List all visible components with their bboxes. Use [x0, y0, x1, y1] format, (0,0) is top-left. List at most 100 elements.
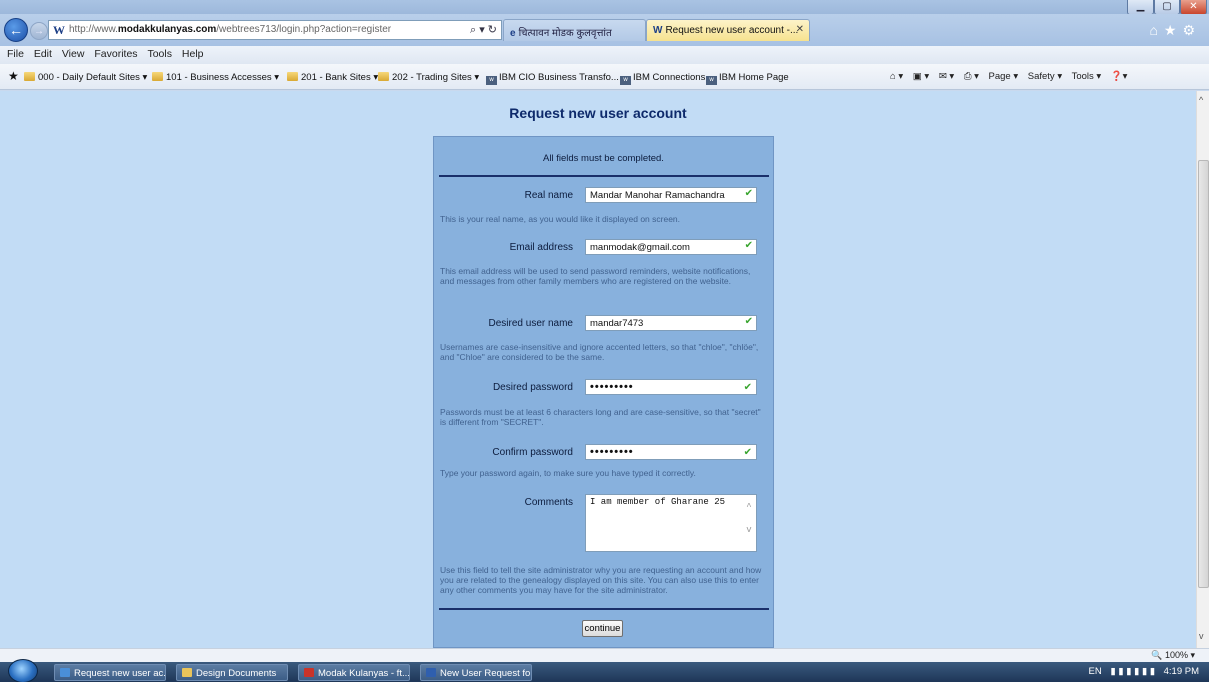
password-label: Desired password	[492, 382, 573, 393]
fav-bank-sites[interactable]: 201 - Bank Sites ▾	[287, 72, 378, 83]
menu-tools[interactable]: Tools	[147, 48, 172, 60]
close-tab-icon[interactable]: ✕	[796, 24, 804, 35]
valid-check-icon: ✔	[743, 447, 753, 458]
folder-icon	[152, 72, 163, 81]
menu-edit[interactable]: Edit	[34, 48, 52, 60]
maximize-button[interactable]: ▢	[1154, 0, 1180, 15]
navigation-bar: ← → W http://www.modakkulanyas.com/webtr…	[0, 14, 1209, 46]
real-name-label: Real name	[524, 190, 573, 201]
fav-ibm-connections[interactable]: w IBM Connections	[620, 72, 705, 85]
mail-icon[interactable]: ✉ ▾	[939, 71, 954, 82]
fav-ibm-home-page[interactable]: w IBM Home Page	[706, 72, 789, 85]
ibm-page-icon: w	[486, 76, 497, 85]
page-content: Request new user account All fields must…	[0, 91, 1196, 648]
ie-icon	[60, 668, 70, 677]
folder-icon	[378, 72, 389, 81]
folder-icon	[24, 72, 35, 81]
clock[interactable]: 4:19 PM	[1164, 666, 1199, 677]
page-menu[interactable]: Page ▾	[989, 71, 1019, 82]
status-bar: 🔍 100% ▾	[0, 648, 1209, 662]
search-refresh-icons[interactable]: ⌕ ▾ ↻	[470, 23, 497, 37]
continue-button[interactable]: continue	[582, 620, 623, 637]
username-label: Desired user name	[488, 318, 573, 329]
fields-note: All fields must be completed.	[543, 153, 664, 164]
home-icon[interactable]: ⌂ ▾	[890, 71, 903, 82]
address-bar[interactable]: W http://www.modakkulanyas.com/webtrees7…	[48, 20, 502, 40]
minimize-button[interactable]: ▁	[1127, 0, 1154, 15]
tray-icons[interactable]: ▮ ▮ ▮ ▮ ▮ ▮	[1110, 666, 1155, 677]
favorites-bar: ★ 000 - Daily Default Sites ▾ 101 - Busi…	[0, 64, 1209, 90]
zoom-control[interactable]: 🔍 100% ▾	[1151, 650, 1195, 661]
task-design-documents[interactable]: Design Documents	[176, 664, 288, 681]
feeds-icon[interactable]: ▣ ▾	[913, 71, 929, 82]
tools-menu[interactable]: Tools ▾	[1072, 71, 1102, 82]
valid-check-icon: ✔	[744, 240, 753, 251]
comments-label: Comments	[524, 497, 573, 508]
valid-check-icon: ✔	[743, 382, 753, 393]
close-window-button[interactable]: ✕	[1180, 0, 1207, 15]
menu-favorites[interactable]: Favorites	[94, 48, 137, 60]
back-arrow-icon: ←	[9, 22, 23, 38]
email-help: This email address will be used to send …	[440, 266, 751, 286]
forward-arrow-icon: →	[34, 25, 44, 37]
comments-help: Use this field to tell the site administ…	[440, 565, 762, 595]
valid-check-icon: ✔	[744, 316, 753, 327]
task-word-document[interactable]: New User Request fo...	[420, 664, 532, 681]
real-name-input[interactable]: Mandar Manohar Ramachandra ✔	[585, 187, 757, 203]
safety-menu[interactable]: Safety ▾	[1028, 71, 1062, 82]
home-favorites-settings-icons[interactable]: ⌂★⚙	[1149, 22, 1201, 39]
help-icon[interactable]: ❓▾	[1111, 71, 1128, 82]
confirm-password-input[interactable]: ••••••••• ✔	[585, 444, 757, 460]
email-input[interactable]: manmodak@gmail.com ✔	[585, 239, 757, 255]
fav-daily-default-sites[interactable]: 000 - Daily Default Sites ▾	[24, 72, 147, 83]
folder-icon	[182, 668, 192, 677]
password-help: Passwords must be at least 6 characters …	[440, 407, 761, 427]
page-scrollbar[interactable]: ^ v	[1196, 91, 1209, 648]
fav-business-accesses[interactable]: 101 - Business Accesses ▾	[152, 72, 279, 83]
registration-form: All fields must be completed. Real name …	[433, 136, 774, 648]
menu-help[interactable]: Help	[182, 48, 204, 60]
scroll-up-icon[interactable]: ^	[1199, 95, 1203, 105]
site-favicon-icon: W	[53, 23, 65, 37]
tab-request-account[interactable]: W Request new user account -... ✕	[646, 19, 810, 41]
confirm-password-label: Confirm password	[492, 447, 573, 458]
task-request-account[interactable]: Request new user ac...	[54, 664, 166, 681]
forward-button[interactable]: →	[30, 22, 48, 40]
fav-ibm-cio[interactable]: w IBM CIO Business Transfo...	[486, 72, 619, 85]
folder-icon	[287, 72, 298, 81]
language-indicator[interactable]: EN	[1089, 666, 1102, 677]
webtrees-favicon-icon: W	[653, 25, 663, 36]
back-button[interactable]: ←	[4, 18, 28, 42]
ibm-page-icon: w	[706, 76, 717, 85]
start-button[interactable]	[8, 659, 38, 682]
page-title: Request new user account	[509, 105, 687, 121]
filezilla-icon	[304, 668, 314, 677]
divider	[439, 175, 769, 177]
fav-trading-sites[interactable]: 202 - Trading Sites ▾	[378, 72, 479, 83]
menu-view[interactable]: View	[62, 48, 85, 60]
password-input[interactable]: ••••••••• ✔	[585, 379, 757, 395]
system-tray: EN ▮ ▮ ▮ ▮ ▮ ▮ 4:19 PM	[1083, 666, 1199, 677]
address-url[interactable]: http://www.modakkulanyas.com/webtrees713…	[69, 24, 391, 35]
favorites-star-icon[interactable]: ★	[8, 69, 19, 83]
ie-page-icon: e	[510, 28, 516, 39]
menu-bar: File Edit View Favorites Tools Help	[0, 46, 1209, 64]
task-filezilla[interactable]: Modak Kulanyas - ft...	[298, 664, 410, 681]
print-icon[interactable]: ⎙ ▾	[964, 71, 979, 82]
windows-taskbar: Request new user ac... Design Documents …	[0, 659, 1209, 682]
window-title	[480, 1, 780, 11]
menu-file[interactable]: File	[7, 48, 24, 60]
comments-textarea[interactable]: I am member of Gharane 25 ^ v	[585, 494, 757, 552]
username-input[interactable]: mandar7473 ✔	[585, 315, 757, 331]
username-help: Usernames are case-insensitive and ignor…	[440, 342, 759, 362]
confirm-password-help: Type your password again, to make sure y…	[440, 468, 696, 478]
email-label: Email address	[509, 242, 573, 253]
command-bar: ⌂ ▾ ▣ ▾ ✉ ▾ ⎙ ▾ Page ▾ Safety ▾ Tools ▾ …	[890, 71, 1134, 82]
divider	[439, 608, 769, 610]
tab-marathi-site[interactable]: e चित्पावन मोडक कुलवृत्तांत	[503, 19, 646, 41]
textarea-scrollbar[interactable]: ^ v	[743, 496, 755, 550]
window-title-bar: ▁ ▢ ✕	[0, 0, 1209, 15]
scroll-down-icon[interactable]: v	[1199, 631, 1204, 641]
ibm-page-icon: w	[620, 76, 631, 85]
scroll-thumb[interactable]	[1198, 160, 1209, 588]
